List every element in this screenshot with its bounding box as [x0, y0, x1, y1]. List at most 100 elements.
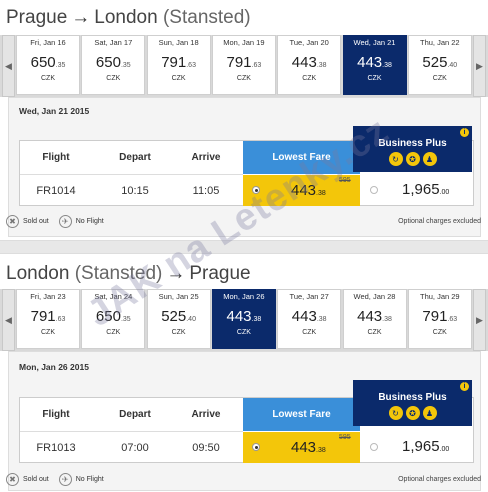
seat-icon: ♟ — [422, 406, 437, 420]
business-plus-radio[interactable] — [370, 443, 378, 451]
selected-date: Wed, Jan 21 2015 — [19, 106, 90, 116]
sold-out-label: Sold out — [23, 476, 49, 483]
date-tab-currency: CZK — [106, 75, 121, 82]
date-tab-price: 525.40 — [409, 55, 471, 73]
no-flight-label: No Flight — [75, 476, 104, 483]
date-tab-date: Mon, Jan 26 — [223, 292, 265, 301]
date-tab[interactable]: Mon, Jan 26 443.38 CZK — [211, 289, 276, 349]
date-tab-currency: CZK — [236, 329, 251, 336]
running-person-icon: ✪ — [405, 152, 420, 166]
business-plus-price-int: 1,965 — [402, 181, 440, 198]
date-tab[interactable]: Tue, Jan 27 443.38 CZK — [277, 289, 342, 349]
date-tab-date: Wed, Jan 28 — [353, 292, 396, 301]
lowest-fare-price-int: 443 — [291, 439, 317, 456]
date-tab[interactable]: Sun, Jan 18 791.63 CZK — [146, 35, 211, 95]
flight-number: FR1013 — [36, 441, 76, 454]
no-flight-icon: ✈ — [58, 473, 72, 486]
date-tab-price: 791.63 — [17, 309, 79, 327]
date-tab-price: 443.38 — [213, 309, 275, 327]
date-tab-currency: CZK — [302, 75, 317, 82]
lowest-fare-option[interactable]: 443.38 595 — [243, 432, 360, 463]
date-tab-price-int: 650 — [95, 54, 121, 71]
date-tab[interactable]: Fri, Jan 16 650.35 CZK — [16, 35, 80, 95]
no-flight-icon: ✈ — [58, 215, 72, 228]
date-tab-price-dec: .63 — [251, 62, 262, 69]
optional-charges-note: Optional charges excluded — [398, 476, 481, 483]
legend-outbound: ✖ Sold out ✈ No Flight — [6, 215, 104, 228]
business-plus-title: Business Plus — [378, 392, 447, 403]
date-tab-date: Mon, Jan 19 — [223, 38, 265, 47]
date-tab[interactable]: Fri, Jan 23 791.63 CZK — [16, 289, 80, 349]
business-plus-price: 1,965.00 — [402, 181, 449, 198]
date-tab-price: 443.38 — [344, 309, 406, 327]
date-tab-price-int: 650 — [30, 54, 56, 71]
date-tab-price-dec: .40 — [186, 316, 196, 323]
destination-airport: (Stansted) — [162, 7, 251, 28]
info-icon[interactable]: i — [460, 128, 469, 137]
next-dates-button[interactable]: ▶ — [473, 35, 486, 97]
date-tab[interactable]: Tue, Jan 20 443.38 CZK — [277, 35, 342, 95]
flight-header: Flight — [42, 409, 70, 420]
fast-track-icon: ↻ — [388, 406, 403, 420]
date-tab-currency: CZK — [171, 75, 186, 82]
date-tab-price-int: 791 — [161, 54, 187, 71]
date-strip-outbound: ◀ Fri, Jan 16 650.35 CZK Sat, Jan 17 650.35 C… — [0, 35, 488, 97]
flight-panel-return: Mon, Jan 26 2015 Flight Depart Arrive FR… — [8, 351, 481, 491]
date-tab-price-dec: .63 — [186, 62, 196, 69]
date-tab[interactable]: Sat, Jan 17 650.35 CZK — [81, 35, 146, 95]
date-tab-price-int: 443 — [226, 308, 252, 325]
next-dates-button[interactable]: ▶ — [473, 289, 486, 351]
date-tab-price-int: 791 — [226, 54, 252, 71]
prev-dates-button[interactable]: ◀ — [2, 35, 15, 97]
chevron-left-icon: ◀ — [5, 314, 12, 325]
seat-icon: ♟ — [422, 152, 437, 166]
origin-city: Prague — [6, 7, 68, 28]
business-plus-price-int: 1,965 — [402, 438, 440, 455]
date-tab-currency: CZK — [106, 329, 121, 336]
flight-header: Flight — [42, 152, 70, 163]
date-tab[interactable]: Thu, Jan 22 525.40 CZK — [407, 35, 472, 95]
date-tab-price-dec: .38 — [382, 62, 392, 69]
date-tab-price-dec: .40 — [447, 62, 458, 69]
date-tab-currency: CZK — [432, 329, 447, 336]
destination-city: London — [94, 7, 158, 28]
date-tab[interactable]: Wed, Jan 28 443.38 CZK — [342, 289, 407, 349]
depart-header: Depart — [119, 152, 151, 163]
date-tab-currency: CZK — [432, 75, 447, 82]
business-plus-header: i Business Plus ↻ ✪ ♟ — [353, 380, 472, 426]
date-tab-price-dec: .38 — [316, 62, 327, 69]
date-tab-price-int: 791 — [30, 308, 56, 325]
info-icon[interactable]: i — [460, 382, 469, 391]
legend-return: ✖ Sold out ✈ No Flight — [6, 473, 104, 486]
business-plus-price-dec: .00 — [439, 189, 450, 196]
date-tab-currency: CZK — [41, 329, 55, 336]
date-tab[interactable]: Thu, Jan 29 791.63 CZK — [407, 289, 472, 349]
date-tab-price-dec: .63 — [55, 316, 66, 323]
business-plus-option[interactable]: 1,965.00 — [361, 175, 474, 206]
sold-out-icon: ✖ — [6, 473, 19, 486]
business-plus-radio[interactable] — [370, 186, 378, 194]
date-tab-price-dec: .38 — [251, 316, 262, 323]
date-tab-price-dec: .38 — [316, 316, 327, 323]
business-plus-option[interactable]: 1,965.00 — [361, 432, 474, 463]
date-tab-price: 791.63 — [148, 55, 210, 73]
prev-dates-button[interactable]: ◀ — [2, 289, 15, 351]
running-person-icon: ✪ — [405, 406, 420, 420]
chevron-right-icon: ▶ — [476, 60, 483, 71]
route-arrow: → — [71, 7, 91, 28]
date-tab-date: Fri, Jan 23 — [30, 292, 66, 301]
date-tab-price-int: 791 — [422, 308, 448, 325]
date-tab-price-dec: .38 — [382, 316, 392, 323]
route-title-outbound: Prague → London (Stansted) — [6, 7, 251, 29]
date-tab-price-int: 443 — [357, 54, 383, 71]
date-tab[interactable]: Wed, Jan 21 443.38 CZK — [342, 35, 407, 95]
lowest-fare-radio[interactable] — [252, 443, 260, 451]
date-tab-date: Sun, Jan 18 — [158, 38, 199, 47]
date-tab-date: Wed, Jan 21 — [353, 38, 396, 47]
date-tab-price-dec: .63 — [447, 316, 458, 323]
chevron-right-icon: ▶ — [476, 314, 483, 325]
date-tab-date: Thu, Jan 29 — [419, 292, 460, 301]
date-tab[interactable]: Mon, Jan 19 791.63 CZK — [211, 35, 276, 95]
date-tab-price: 525.40 — [148, 309, 210, 327]
old-price: 595 — [339, 434, 351, 441]
